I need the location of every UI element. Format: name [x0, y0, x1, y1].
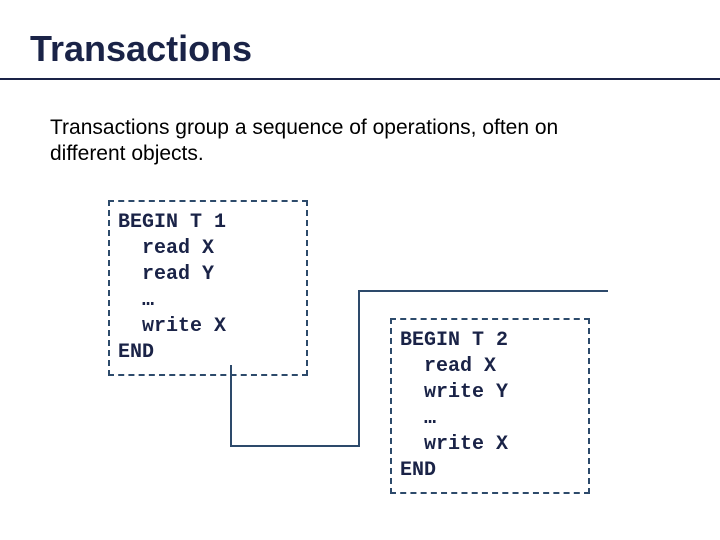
slide-subtitle: Transactions group a sequence of operati…	[50, 115, 610, 168]
slide-title: Transactions	[30, 28, 252, 70]
timeline-segment	[230, 445, 360, 447]
timeline-segment	[230, 365, 232, 445]
timeline-segment	[358, 290, 608, 292]
title-underline	[0, 78, 720, 80]
transaction-2-box: BEGIN T 2 read X write Y … write X END	[390, 318, 590, 494]
transaction-1-box: BEGIN T 1 read X read Y … write X END	[108, 200, 308, 376]
timeline-segment	[358, 290, 360, 447]
